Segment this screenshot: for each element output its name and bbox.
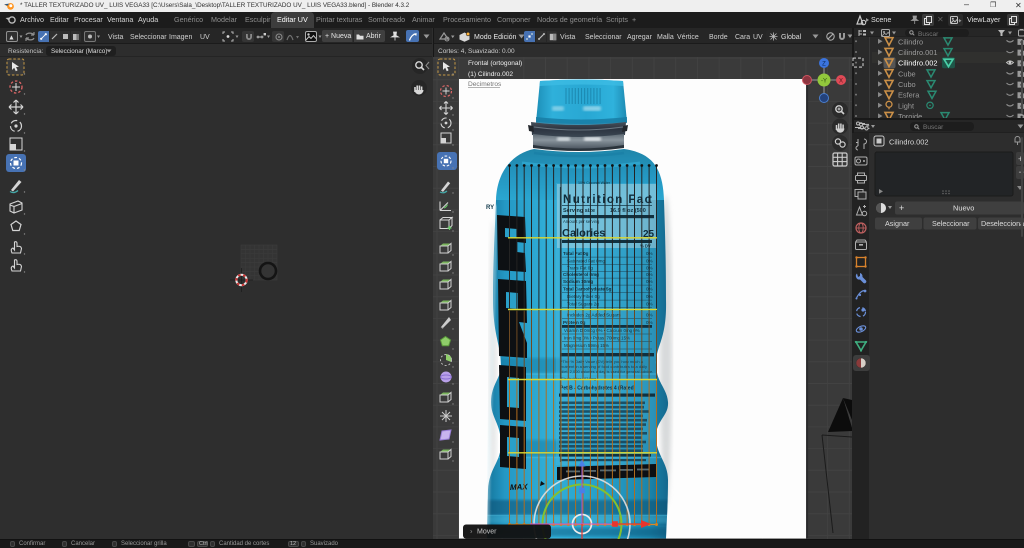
- svg-text:+: +: [899, 203, 904, 213]
- svg-text:Dietary Fiber 0g: Dietary Fiber 0g: [567, 294, 600, 299]
- svg-text:Esfera: Esfera: [898, 91, 920, 100]
- svg-text:diet. 2,000 calories a day is: diet. 2,000 calories a day is used for g…: [561, 369, 653, 374]
- svg-text:Sodium 10mg: Sodium 10mg: [563, 279, 593, 284]
- svg-text:Asignar: Asignar: [885, 219, 910, 228]
- svg-text:Nutrition Fac: Nutrition Fac: [563, 194, 652, 206]
- svg-text:Protein 0g: Protein 0g: [563, 320, 586, 325]
- svg-text:Magnesium 59mg 15%: Magnesium 59mg 15%: [564, 343, 609, 348]
- svg-text:Decimetros: Decimetros: [468, 81, 502, 88]
- svg-text:Total Carbohydrate 5g: Total Carbohydrate 5g: [563, 287, 612, 292]
- svg-text:Cilindro: Cilindro: [898, 37, 923, 46]
- svg-text:Deseleccionar: Deseleccionar: [981, 219, 1024, 228]
- svg-text:Seleccionar: Seleccionar: [932, 219, 970, 228]
- svg-text:-Y: -Y: [821, 79, 827, 85]
- svg-text:Trans Fat 0g: Trans Fat 0g: [567, 266, 593, 271]
- svg-text:RY: RY: [486, 205, 494, 211]
- svg-text:X: X: [839, 79, 843, 85]
- svg-text:Cilindro.002: Cilindro.002: [889, 138, 928, 147]
- svg-text:▲: ▲: [8, 35, 15, 42]
- svg-text:Cilindro.001: Cilindro.001: [898, 48, 937, 57]
- svg-text:Cube: Cube: [898, 69, 916, 78]
- svg-text:16.9 fl oz (500: 16.9 fl oz (500: [610, 208, 646, 214]
- svg-text:Frontal (ortogonal): Frontal (ortogonal): [468, 60, 522, 67]
- svg-text:Z: Z: [822, 62, 826, 68]
- svg-text:Light: Light: [898, 101, 914, 110]
- svg-text:(1) Cilindro.002: (1) Cilindro.002: [468, 71, 513, 78]
- svg-text:Cilindro.002: Cilindro.002: [898, 59, 937, 68]
- svg-text:Saturated Fat 0mg: Saturated Fat 0mg: [567, 259, 605, 264]
- svg-text:Nuevo: Nuevo: [953, 204, 974, 213]
- svg-text:Mover: Mover: [477, 529, 497, 536]
- svg-text:MAX: MAX: [510, 482, 529, 492]
- svg-text:Cubo: Cubo: [898, 80, 916, 89]
